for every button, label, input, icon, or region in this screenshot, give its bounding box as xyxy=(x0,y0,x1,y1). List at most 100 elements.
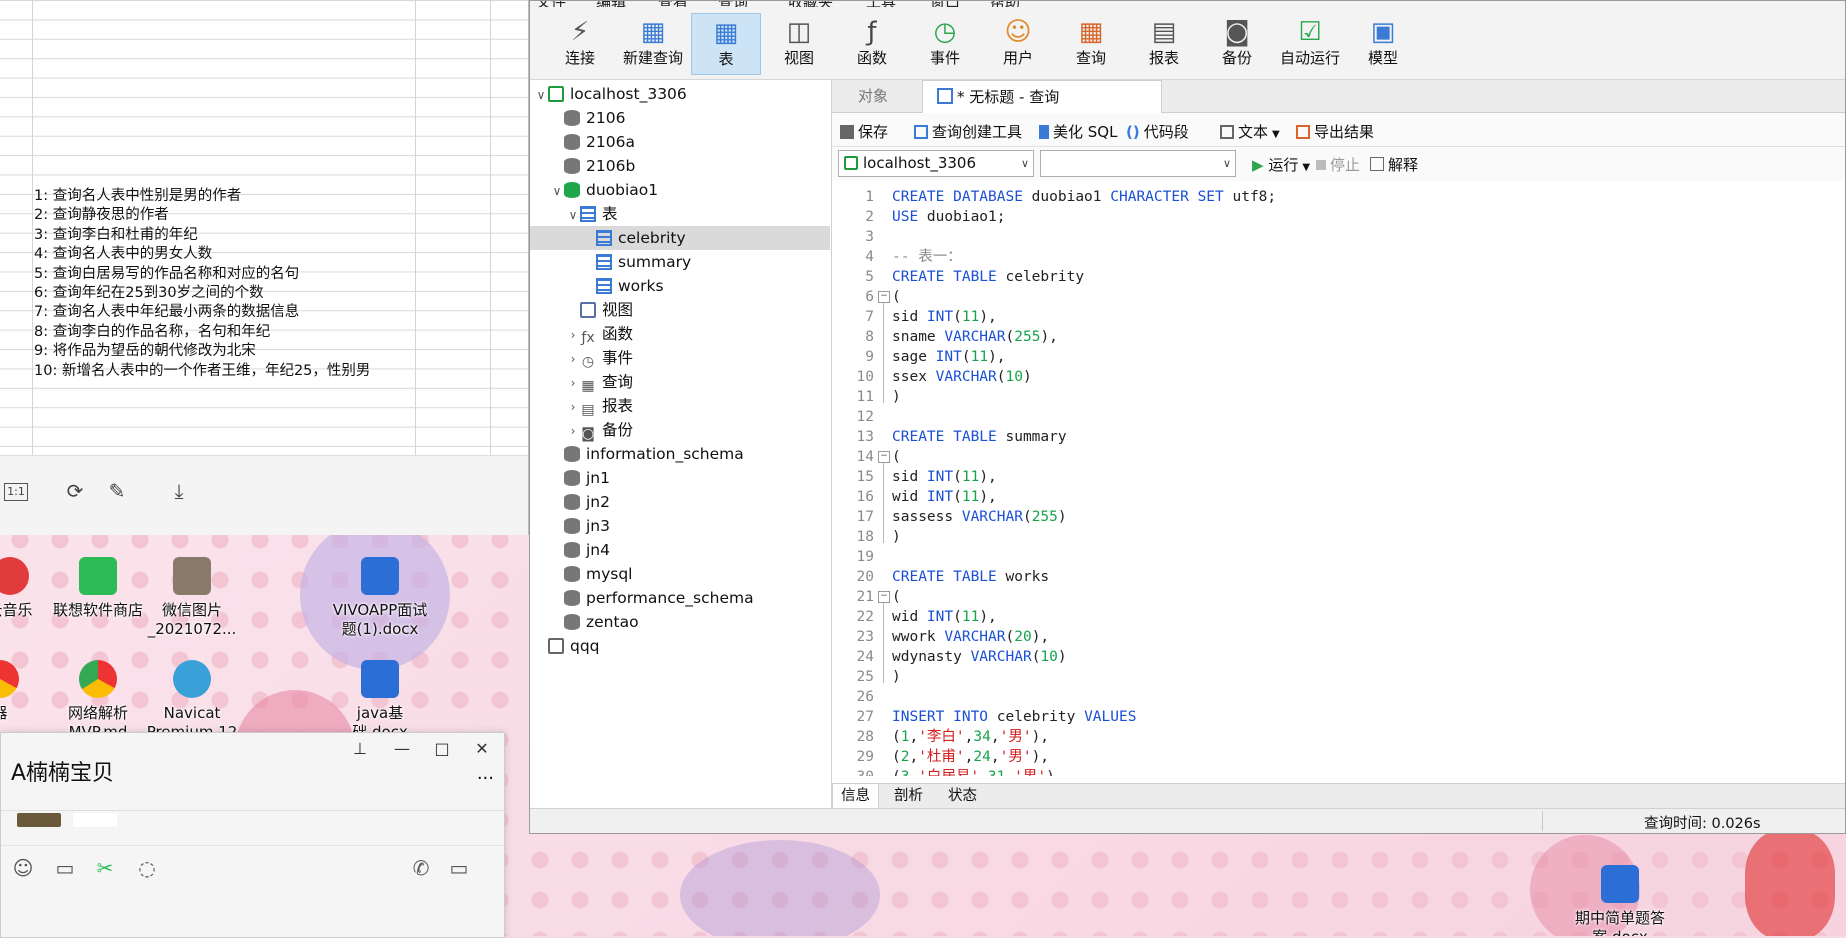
tree-item-备份[interactable]: › ◙ 备份 xyxy=(530,418,830,442)
tree-item-2106a[interactable]: 2106a xyxy=(530,130,830,154)
maximize-button[interactable]: □ xyxy=(431,739,453,758)
tree-item-表[interactable]: ∨ 表 xyxy=(530,202,830,226)
tree-item-performance_schema[interactable]: performance_schema xyxy=(530,586,830,610)
database-icon xyxy=(564,518,580,534)
desktop-icon-wechat-image[interactable]: 微信图片_2021072... xyxy=(142,557,242,639)
code-token: CREATE TABLE xyxy=(892,269,997,285)
chevron-down-icon[interactable]: ∨ xyxy=(550,179,564,203)
toolbar-button-query[interactable]: ▦ 查询 xyxy=(1056,13,1126,75)
text-dropdown-button[interactable]: 文本 ▼ xyxy=(1220,121,1280,142)
phone-icon[interactable]: ✆ xyxy=(409,856,433,880)
scissors-icon[interactable]: ✂ xyxy=(93,856,117,880)
tree-item-jn4[interactable]: jn4 xyxy=(530,538,830,562)
desktop-icon-navicat[interactable]: Navicat Premium 12 xyxy=(142,660,242,742)
toolbar-button-model[interactable]: ▣ 模型 xyxy=(1348,13,1418,75)
chevron-right-icon[interactable]: › xyxy=(566,323,580,347)
beautify-sql-button[interactable]: 美化 SQL xyxy=(1039,121,1117,142)
more-options-button[interactable]: ... xyxy=(477,763,494,784)
tree-item-2106[interactable]: 2106 xyxy=(530,106,830,130)
tree-item-works[interactable]: works xyxy=(530,274,830,298)
chevron-down-icon[interactable]: ∨ xyxy=(566,203,580,227)
run-label: 运行 xyxy=(1268,156,1299,174)
desktop-icon-chrome-partial[interactable]: 器 xyxy=(0,660,50,723)
code-snippet-button[interactable]: () 代码段 xyxy=(1126,121,1189,142)
chevron-right-icon[interactable]: › xyxy=(566,371,580,395)
tree-item-duobiao1[interactable]: ∨ duobiao1 xyxy=(530,178,830,202)
tree-item-jn3[interactable]: jn3 xyxy=(530,514,830,538)
actual-size-icon[interactable]: 1:1 xyxy=(4,483,28,501)
fold-toggle-icon[interactable]: − xyxy=(878,451,890,463)
toolbar-button-autorun[interactable]: ☑ 自动运行 xyxy=(1275,13,1345,75)
tab-info[interactable]: 信息 xyxy=(832,784,879,809)
desktop-icon-midterm-doc[interactable]: 期中简单题答案.docx xyxy=(1570,865,1670,936)
tab-objects[interactable]: 对象 xyxy=(844,80,902,112)
rotate-icon[interactable]: ⟳ xyxy=(64,480,86,502)
code-line: sid INT(11), xyxy=(892,467,997,487)
chat-bubble-icon[interactable]: ◌ xyxy=(135,856,159,880)
tree-item-localhost_3306[interactable]: ∨ localhost_3306 xyxy=(530,82,830,106)
fold-toggle-icon[interactable]: − xyxy=(878,291,890,303)
tree-item-jn2[interactable]: jn2 xyxy=(530,490,830,514)
toolbar-button-event[interactable]: ◷ 事件 xyxy=(910,13,980,75)
chrome-icon xyxy=(0,660,19,698)
toolbar-button-user[interactable]: ☺ 用户 xyxy=(983,13,1053,75)
tree-item-报表[interactable]: › ▤ 报表 xyxy=(530,394,830,418)
tree-item-mysql[interactable]: mysql xyxy=(530,562,830,586)
tree-item-jn1[interactable]: jn1 xyxy=(530,466,830,490)
folder-icon[interactable]: ▭ xyxy=(53,856,77,880)
save-button[interactable]: 保存 xyxy=(840,121,888,142)
tree-item-事件[interactable]: › ◷ 事件 xyxy=(530,346,830,370)
toolbar-button-label: 报表 xyxy=(1148,49,1179,67)
toolbar-button-label: 新建查询 xyxy=(622,49,683,67)
toolbar-button-table[interactable]: ▦ 表 xyxy=(691,13,761,75)
tree-item-函数[interactable]: › ƒx 函数 xyxy=(530,322,830,346)
message-bubble xyxy=(73,813,117,827)
desktop-icon-java-doc[interactable]: java基础.docx xyxy=(330,660,430,742)
close-button[interactable]: ✕ xyxy=(471,739,493,758)
emoji-icon[interactable]: ☺ xyxy=(11,856,35,880)
toolbar-button-backup[interactable]: ◙ 备份 xyxy=(1202,13,1272,75)
pin-icon[interactable]: ⊥ xyxy=(349,739,371,758)
stop-button[interactable]: 停止 xyxy=(1316,154,1360,175)
query-builder-button[interactable]: 查询创建工具 xyxy=(914,121,1022,142)
tree-item-celebrity[interactable]: celebrity xyxy=(530,226,830,250)
toolbar-button-connect[interactable]: ⚡ 连接 xyxy=(545,13,615,75)
tree-item-qqq[interactable]: qqq xyxy=(530,634,830,658)
code-token: '李白' xyxy=(918,729,965,745)
minimize-button[interactable]: — xyxy=(391,739,413,758)
tree-item-查询[interactable]: › ▦ 查询 xyxy=(530,370,830,394)
tree-item-视图[interactable]: 视图 xyxy=(530,298,830,322)
toolbar-button-new-query[interactable]: ▦ 新建查询 xyxy=(618,13,688,75)
export-result-button[interactable]: 导出结果 xyxy=(1296,121,1374,142)
tab-status[interactable]: 状态 xyxy=(940,784,985,808)
avatar[interactable] xyxy=(17,813,61,827)
desktop-icon-vivo-doc[interactable]: VIVOAPP面试题(1).docx xyxy=(330,557,430,639)
tree-item-2106b[interactable]: 2106b xyxy=(530,154,830,178)
connection-select[interactable]: localhost_3306 ∨ xyxy=(838,150,1034,177)
download-icon[interactable]: ⤓ xyxy=(168,480,190,502)
fold-toggle-icon[interactable]: − xyxy=(878,591,890,603)
toolbar-button-report[interactable]: ▤ 报表 xyxy=(1129,13,1199,75)
database-select[interactable]: ∨ xyxy=(1040,150,1236,177)
sql-editor[interactable]: 1 CREATE DATABASE duobiao1 CHARACTER SET … xyxy=(832,182,1845,776)
chevron-right-icon[interactable]: › xyxy=(566,395,580,419)
run-button[interactable]: ▶ 运行 ▼ xyxy=(1252,154,1310,175)
chevron-down-icon[interactable]: ∨ xyxy=(534,83,548,107)
chevron-right-icon[interactable]: › xyxy=(566,347,580,371)
chevron-right-icon[interactable]: › xyxy=(566,419,580,443)
desktop-icon-mvp[interactable]: 网络解析MVP.md xyxy=(48,660,148,742)
video-call-icon[interactable]: ▭ xyxy=(447,856,471,880)
explain-button[interactable]: 解释 xyxy=(1370,154,1418,175)
tree-item-zentao[interactable]: zentao xyxy=(530,610,830,634)
toolbar-button-function[interactable]: ƒ 函数 xyxy=(837,13,907,75)
toolbar-button-view[interactable]: ◫ 视图 xyxy=(764,13,834,75)
code-token: -- 表一： xyxy=(892,249,962,265)
tab-profile[interactable]: 剖析 xyxy=(886,784,931,808)
code-token: '男' xyxy=(1014,769,1046,776)
tree-item-summary[interactable]: summary xyxy=(530,250,830,274)
connection-icon xyxy=(548,86,564,102)
tab-query-untitled[interactable]: * 无标题 - 查询 xyxy=(922,80,1162,113)
tree-item-information_schema[interactable]: information_schema xyxy=(530,442,830,466)
edit-icon[interactable]: ✎ xyxy=(106,480,128,502)
desktop-icon-lenovo-store[interactable]: 联想软件商店 xyxy=(48,557,148,620)
